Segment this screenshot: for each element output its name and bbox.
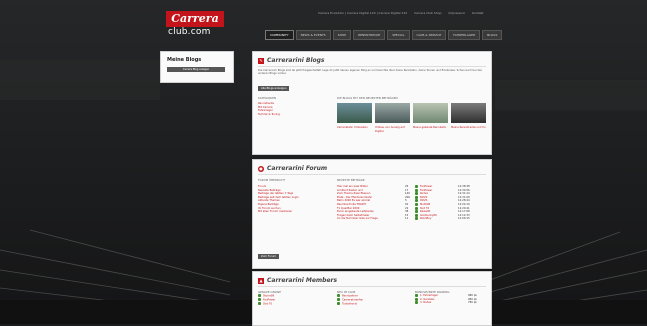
nav-tab-blogs[interactable]: BLOGS (482, 30, 503, 40)
member-link[interactable]: Slot 70 (258, 302, 328, 306)
forum-icon: ● (258, 165, 264, 172)
nav-tab-community[interactable]: COMMUNITY (265, 30, 294, 40)
user-icon (258, 294, 261, 297)
user-icon (258, 298, 261, 302)
post-row[interactable]: An die Techniker Glas zur Frage 11 RoboB… (337, 217, 487, 221)
forum-header: ● Carrerarini Forum (258, 165, 327, 172)
recent-blog-link[interactable]: Meine gebaute Rennbahn (413, 126, 447, 130)
members-panel: ▲ Carrerarini Members GERADE ONLINE Stur… (252, 271, 492, 326)
blog-icon: ✎ (258, 57, 264, 64)
all-blogs-button[interactable]: Alle Blogs anzeigen (258, 86, 290, 91)
divider (258, 66, 486, 67)
nav-tab-news[interactable]: NEWS & EVENTS (295, 30, 331, 40)
user-icon (415, 297, 418, 301)
online-column: GERADE ONLINE Sturm89 FanPower Slot 70 (258, 290, 328, 306)
recent-blog-link[interactable]: Meine Rennstrecke und Co (451, 126, 487, 130)
user-icon (337, 294, 340, 297)
user-icon (415, 202, 418, 206)
new-members-column: NEU IM CLUB Rennbahner Cameratorenfan Tu… (337, 290, 407, 306)
user-icon (415, 206, 418, 210)
user-icon (415, 188, 418, 192)
categories-label: KATEGORIEN (258, 96, 276, 100)
forum-link[interactable]: Mit allen Forum markieren (258, 210, 333, 214)
category-list: Rennstrecke Mit Carrera Fahrerlager Tech… (258, 102, 328, 116)
user-icon (415, 294, 418, 297)
nav-tab-club[interactable]: CLUB & SERVICE (411, 30, 447, 40)
post-time: 12:09:15 (458, 217, 470, 221)
members-header: ▲ Carrerarini Members (258, 277, 337, 284)
top-link-imprint[interactable]: Impressum (448, 11, 465, 15)
divider (258, 286, 486, 287)
nav-tab-track[interactable]: RENNSTRECKE (353, 30, 386, 40)
user-icon (415, 213, 418, 217)
create-blog-button[interactable]: Carrera Blog anlegen (167, 67, 225, 72)
blog-thumbnail[interactable] (451, 103, 486, 123)
user-icon (415, 192, 418, 196)
nav-tab-special[interactable]: SPECIAL (387, 30, 410, 40)
blogs-title: Carrerarini Blogs (267, 57, 325, 64)
sidebar-my-blogs: Meine Blogs Carrera Blog anlegen (160, 51, 234, 83)
forum-overview-label: FORUM ÜBERSICHT (258, 178, 286, 182)
category-item[interactable]: Technik & Tuning (258, 113, 328, 117)
forum-title: Carrerarini Forum (267, 165, 328, 172)
forum-panel: ● Carrerarini Forum FORUM ÜBERSICHT Foru… (252, 159, 492, 269)
blog-thumbnail[interactable] (413, 103, 448, 123)
post-title[interactable]: An die Techniker Glas zur Frage (337, 217, 405, 221)
blogs-header: ✎ Carrerarini Blogs (258, 57, 325, 64)
latest-posts-list: Hier mal ein paar Bilder 25 FanPower 12:… (337, 185, 487, 221)
blog-thumbnail[interactable] (337, 103, 372, 123)
members-icon: ▲ (258, 277, 264, 284)
blog-thumbnail[interactable] (375, 103, 410, 123)
blogs-intro: Die Carrerarini Blogs sind ab jetzt frei… (258, 69, 483, 76)
user-icon (415, 210, 418, 214)
main-nav: COMMUNITY NEWS & EVENTS SHOP RENNSTRECKE… (265, 30, 503, 40)
forum-link-list: Forum Neueste Beiträge Beiträge der letz… (258, 185, 333, 214)
logo-subtitle: club.com (168, 27, 211, 37)
post-count: 11 (405, 217, 409, 221)
nav-tab-shop[interactable]: SHOP (332, 30, 352, 40)
user-icon (415, 217, 418, 221)
top-links: Carrera Evolution | Carrera Digital 124 … (318, 11, 490, 15)
divider (258, 174, 486, 175)
recent-blog-link[interactable]: Carrerabahn Umbauten (337, 126, 371, 130)
user-icon (415, 185, 418, 188)
user-icon (258, 302, 261, 306)
user-icon (337, 298, 340, 302)
carrera-logo[interactable]: Carrera (166, 11, 224, 27)
member-link[interactable]: Turbothorst (337, 302, 407, 306)
recent-blog-link[interactable]: Umbau von Analog auf Digital (375, 126, 409, 133)
top-link-products[interactable]: Carrera Evolution | Carrera Digital 124 … (318, 11, 407, 15)
sidebar-title: Meine Blogs (167, 57, 202, 63)
blogs-panel: ✎ Carrerarini Blogs Die Carrerarini Blog… (252, 51, 492, 155)
user-icon (415, 301, 418, 305)
top-link-shop[interactable]: Carrera Club Shop (414, 11, 441, 15)
members-title: Carrerarini Members (267, 277, 338, 284)
user-icon (337, 302, 340, 306)
nav-tab-paddock[interactable]: FAHRERLAGER (448, 30, 481, 40)
ranking-row[interactable]: 3. Rodex 780 pk (415, 301, 487, 305)
to-forum-button[interactable]: Zum Forum (258, 254, 279, 259)
recent-blogs-label: DIE BLOGS MIT DEN NEUESTEN BEITRÄGEN (337, 96, 398, 100)
user-icon (415, 199, 418, 203)
user-icon (415, 195, 418, 199)
post-user[interactable]: RoboBoy (420, 217, 458, 221)
latest-posts-label: NEUESTE BEITRÄGE (337, 178, 365, 182)
top-link-contact[interactable]: Kontakt (472, 11, 483, 15)
ranking-column: BONUSPUNKTE RANKING 1. Fahrerlager 980 pk… (415, 290, 487, 305)
